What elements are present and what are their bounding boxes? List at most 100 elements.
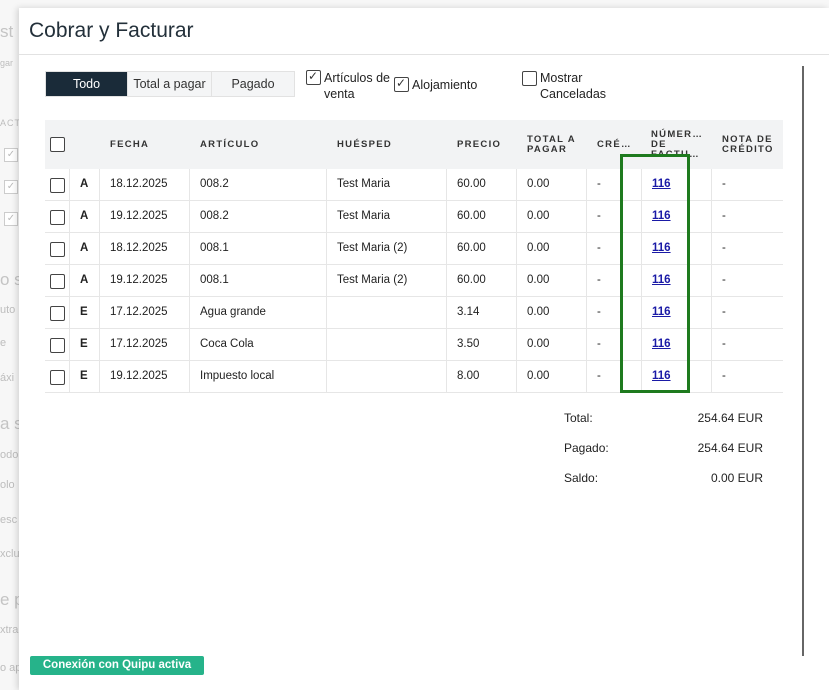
modal-title: Cobrar y Facturar xyxy=(29,19,194,42)
cell-precio: 3.14 xyxy=(457,306,480,318)
cell-precio: 8.00 xyxy=(457,370,480,382)
table-row[interactable]: E 17.12.2025 Agua grande 3.14 0.00 - 116 - xyxy=(45,297,783,329)
column-divider xyxy=(326,329,327,360)
cell-articulo: 008.2 xyxy=(200,210,229,222)
bg-fragment: uto xyxy=(0,304,16,316)
table-row[interactable]: A 19.12.2025 008.2 Test Maria 60.00 0.00 - 116 - xyxy=(45,201,783,233)
cell-fecha: 17.12.2025 xyxy=(110,306,168,318)
cell-numero-factura: 116 xyxy=(652,329,671,360)
scrollbar[interactable] xyxy=(802,66,804,656)
table-row[interactable]: A 19.12.2025 008.1 Test Maria (2) 60.00 0.00 -… xyxy=(45,265,783,297)
column-divider xyxy=(446,265,447,296)
billing-modal: Cobrar y Facturar Todo Total a pagar Pag… xyxy=(19,8,829,690)
column-divider xyxy=(586,201,587,232)
cell-credito: - xyxy=(597,370,601,382)
cell-precio: 60.00 xyxy=(457,274,486,286)
cell-credito: - xyxy=(597,306,601,318)
header-nota-credito[interactable]: NOTA DE CRÉDITO xyxy=(722,120,782,169)
tab-total-a-pagar[interactable]: Total a pagar xyxy=(128,72,212,96)
invoice-number-link[interactable]: 116 xyxy=(652,210,671,222)
column-divider xyxy=(189,169,190,200)
alojamiento-label: Alojamiento xyxy=(412,78,478,92)
bg-fragment: xtra xyxy=(0,624,19,636)
cell-credito: - xyxy=(597,338,601,350)
cell-fecha: 19.12.2025 xyxy=(110,210,168,222)
column-divider xyxy=(516,265,517,296)
table-header: FECHA ARTÍCULO HUÉSPED PRECIO TOTAL A PA… xyxy=(45,120,783,169)
column-divider xyxy=(326,233,327,264)
alojamiento-checkbox[interactable] xyxy=(394,76,409,92)
cell-articulo: Impuesto local xyxy=(200,370,275,382)
column-divider xyxy=(99,297,100,328)
cell-articulo: Coca Cola xyxy=(200,338,254,350)
cell-total: 0.00 xyxy=(527,242,550,254)
cell-type: E xyxy=(80,306,88,318)
tab-todo[interactable]: Todo xyxy=(46,72,128,96)
articulos-venta-checkbox[interactable] xyxy=(306,69,321,85)
header-articulo[interactable]: ARTÍCULO xyxy=(200,120,259,169)
column-divider xyxy=(326,265,327,296)
invoice-number-link[interactable]: 116 xyxy=(652,274,671,286)
bg-fragment: st xyxy=(0,22,14,41)
quipu-connection-badge[interactable]: Conexión con Quipu activa xyxy=(30,656,204,675)
cell-credito: - xyxy=(597,242,601,254)
header-fecha[interactable]: FECHA xyxy=(110,120,149,169)
table-row[interactable]: A 18.12.2025 008.2 Test Maria 60.00 0.00 - 116 - xyxy=(45,169,783,201)
table-row[interactable]: A 18.12.2025 008.1 Test Maria (2) 60.00 0.00 -… xyxy=(45,233,783,265)
column-divider xyxy=(69,265,70,296)
row-checkbox[interactable] xyxy=(50,178,65,193)
row-checkbox[interactable] xyxy=(50,242,65,257)
row-checkbox[interactable] xyxy=(50,370,65,385)
row-checkbox[interactable] xyxy=(50,338,65,353)
header-precio[interactable]: PRECIO xyxy=(457,120,501,169)
cell-nota-credito: - xyxy=(722,242,726,254)
column-divider xyxy=(189,297,190,328)
bg-fragment: odo xyxy=(0,449,19,461)
column-divider xyxy=(586,297,587,328)
header-total-a-pagar[interactable]: TOTAL A PAGAR xyxy=(527,120,589,169)
column-divider xyxy=(516,233,517,264)
invoice-number-link[interactable]: 116 xyxy=(652,178,671,190)
cell-type: A xyxy=(80,178,89,190)
cell-fecha: 19.12.2025 xyxy=(110,274,168,286)
cell-huesped: Test Maria (2) xyxy=(337,274,408,286)
bg-checkbox: ✓ xyxy=(4,148,18,162)
header-numero-factura[interactable]: NÚMER… DE FACTU… xyxy=(651,120,711,169)
column-divider xyxy=(326,169,327,200)
column-divider xyxy=(446,297,447,328)
column-divider xyxy=(516,297,517,328)
articulos-venta-label: Artículos de venta xyxy=(324,71,391,99)
table-row[interactable]: E 19.12.2025 Impuesto local 8.00 0.00 - 116 - xyxy=(45,361,783,393)
invoice-number-link[interactable]: 116 xyxy=(652,370,671,382)
cell-numero-factura: 116 xyxy=(652,233,671,264)
cell-fecha: 17.12.2025 xyxy=(110,338,168,350)
tab-pagado[interactable]: Pagado xyxy=(212,72,294,96)
saldo-value: 0.00 EUR xyxy=(710,471,763,485)
bg-fragment: gar xyxy=(0,58,14,68)
cell-huesped: Test Maria xyxy=(337,210,391,222)
header-credito[interactable]: CRÉ… xyxy=(597,120,632,169)
mostrar-canceladas-checkbox[interactable] xyxy=(522,71,537,86)
header-huesped[interactable]: HUÉSPED xyxy=(337,120,392,169)
column-divider xyxy=(189,233,190,264)
row-checkbox[interactable] xyxy=(50,210,65,225)
column-divider xyxy=(711,169,712,200)
column-divider xyxy=(641,169,642,200)
status-filter-tabs: Todo Total a pagar Pagado xyxy=(45,71,295,97)
cell-numero-factura: 116 xyxy=(652,201,671,232)
column-divider xyxy=(69,233,70,264)
column-divider xyxy=(69,169,70,200)
row-checkbox[interactable] xyxy=(50,274,65,289)
column-divider xyxy=(99,361,100,392)
column-divider xyxy=(446,329,447,360)
table-row[interactable]: E 17.12.2025 Coca Cola 3.50 0.00 - 116 - xyxy=(45,329,783,361)
invoice-number-link[interactable]: 116 xyxy=(652,306,671,318)
select-all-checkbox[interactable] xyxy=(50,137,65,152)
cell-credito: - xyxy=(597,274,601,286)
column-divider xyxy=(189,329,190,360)
cell-numero-factura: 116 xyxy=(652,297,671,328)
invoice-number-link[interactable]: 116 xyxy=(652,242,671,254)
column-divider xyxy=(516,201,517,232)
invoice-number-link[interactable]: 116 xyxy=(652,338,671,350)
row-checkbox[interactable] xyxy=(50,306,65,321)
